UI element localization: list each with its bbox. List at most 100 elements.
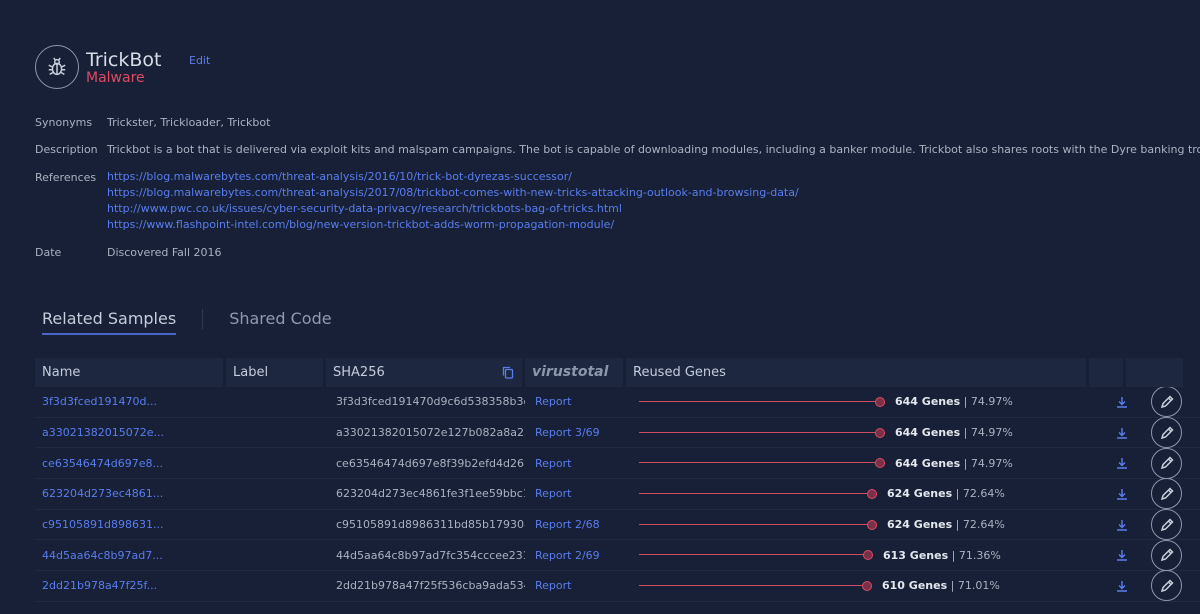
pencil-icon (1160, 456, 1174, 470)
genes-bar (639, 519, 879, 530)
family-avatar (35, 45, 79, 89)
references-label: References (35, 171, 97, 184)
download-button[interactable] (1098, 580, 1138, 592)
genes-bar-marker (867, 488, 877, 499)
reference-link[interactable]: https://blog.malwarebytes.com/threat-ana… (107, 169, 799, 185)
edit-link[interactable]: Edit (189, 54, 210, 67)
samples-table: Name Label SHA256 virustotal Reused Gene… (35, 358, 1200, 602)
family-type: Malware (86, 70, 145, 86)
sample-name-link[interactable]: 44d5aa64c8b97ad7... (35, 549, 226, 562)
genes-count: 613 Genes (883, 548, 949, 562)
table-row[interactable]: a33021382015072e... a33021382015072e127b… (35, 417, 1200, 449)
genes-percent: 71.36% (958, 548, 1001, 562)
edit-sample-button[interactable] (1138, 570, 1195, 602)
sample-name-link[interactable]: a33021382015072e... (35, 426, 226, 439)
download-button[interactable] (1098, 457, 1138, 469)
genes-percent: 72.64% (962, 487, 1005, 501)
genes-bar-line (639, 554, 867, 556)
table-row[interactable]: 44d5aa64c8b97ad7... 44d5aa64c8b97ad7fc35… (35, 539, 1200, 572)
edit-sample-button[interactable] (1138, 509, 1195, 541)
sample-name-link[interactable]: 2dd21b978a47f25f... (35, 579, 226, 592)
download-icon (1116, 458, 1127, 469)
download-button[interactable] (1098, 396, 1138, 408)
virustotal-report-link[interactable]: Report (528, 457, 632, 470)
genes-text: 644 Genes | 74.97% (895, 395, 1013, 409)
virustotal-report-link[interactable]: Report (528, 395, 632, 408)
genes-count: 644 Genes (895, 395, 961, 409)
sample-name-link[interactable]: ce63546474d697e8... (35, 457, 226, 470)
genes-count: 644 Genes (895, 456, 961, 470)
table-row[interactable]: 2dd21b978a47f25f... 2dd21b978a47f25f536c… (35, 570, 1200, 602)
column-header-sha[interactable]: SHA256 (326, 358, 522, 387)
edit-sample-button[interactable] (1138, 386, 1195, 418)
reference-link[interactable]: https://www.flashpoint-intel.com/blog/ne… (107, 217, 799, 233)
sample-sha256: ce63546474d697e8f39b2efd4d26b1 (336, 456, 525, 470)
genes-bar (639, 396, 887, 407)
synonyms-value: Trickster, Trickloader, Trickbot (107, 116, 271, 129)
column-header-label[interactable]: Label (226, 358, 323, 387)
download-button[interactable] (1098, 488, 1138, 500)
genes-bar-line (639, 462, 879, 464)
table-row[interactable]: 623204d273ec4861... 623204d273ec4861fe3f… (35, 478, 1200, 510)
edit-sample-button[interactable] (1138, 539, 1195, 571)
download-icon (1116, 396, 1127, 408)
genes-bar-marker (875, 427, 885, 438)
genes-percent: 74.97% (970, 395, 1013, 409)
virustotal-report-link[interactable]: Report 2/69 (528, 549, 632, 562)
virustotal-report-link[interactable]: Report 2/68 (528, 518, 632, 531)
download-icon (1116, 519, 1127, 531)
pencil-button[interactable] (1151, 539, 1182, 571)
genes-bar-line (639, 523, 871, 525)
family-title: TrickBot (86, 49, 162, 71)
table-row[interactable]: 3f3d3fced191470d... 3f3d3fced191470d9c6d… (35, 386, 1200, 418)
tab-related-samples[interactable]: Related Samples (42, 309, 177, 335)
genes-bar-marker (862, 580, 872, 591)
description-row: Description Trickbot is a bot that is de… (35, 143, 1200, 156)
genes-bar (639, 458, 887, 469)
tab-shared-code[interactable]: Shared Code (229, 309, 331, 333)
pencil-button[interactable] (1151, 509, 1182, 541)
reference-link[interactable]: https://blog.malwarebytes.com/threat-ana… (107, 185, 799, 201)
pencil-button[interactable] (1151, 570, 1182, 602)
edit-sample-button[interactable] (1138, 478, 1195, 510)
sample-name-link[interactable]: 3f3d3fced191470d... (35, 395, 226, 408)
column-header-actions (1126, 358, 1183, 387)
reused-genes: 644 Genes | 74.97% (632, 426, 1098, 439)
reused-genes: 624 Genes | 72.64% (632, 487, 1098, 500)
sample-sha256: 2dd21b978a47f25f536cba9ada534f (336, 579, 525, 593)
sample-name-link[interactable]: 623204d273ec4861... (35, 487, 226, 500)
table-header: Name Label SHA256 virustotal Reused Gene… (35, 358, 1200, 387)
copy-icon[interactable] (502, 366, 514, 379)
column-header-genes[interactable]: Reused Genes (626, 358, 1086, 387)
pencil-button[interactable] (1151, 417, 1182, 449)
genes-bar (639, 550, 875, 561)
date-value: Discovered Fall 2016 (107, 246, 222, 259)
genes-bar-line (639, 584, 866, 586)
column-header-name[interactable]: Name (35, 358, 223, 387)
table-row[interactable]: c95105891d898631... c95105891d8986311bd8… (35, 509, 1200, 541)
table-row[interactable]: ce63546474d697e8... ce63546474d697e8f39b… (35, 447, 1200, 480)
download-button[interactable] (1098, 427, 1138, 439)
tab-divider (202, 309, 204, 329)
virustotal-report-link[interactable]: Report 3/69 (528, 426, 632, 439)
pencil-icon (1160, 425, 1174, 439)
sample-sha256: 3f3d3fced191470d9c6d538358b3d4 (336, 395, 525, 409)
genes-count: 624 Genes (887, 487, 953, 501)
pencil-button[interactable] (1151, 478, 1182, 510)
download-button[interactable] (1098, 549, 1138, 561)
edit-sample-button[interactable] (1138, 417, 1195, 449)
download-button[interactable] (1098, 519, 1138, 531)
reference-link[interactable]: http://www.pwc.co.uk/issues/cyber-securi… (107, 201, 799, 217)
pencil-icon (1160, 579, 1174, 593)
genes-bar-marker (875, 458, 885, 469)
description-label: Description (35, 143, 98, 156)
edit-sample-button[interactable] (1138, 447, 1195, 479)
virustotal-report-link[interactable]: Report (528, 579, 632, 592)
sample-name-link[interactable]: c95105891d898631... (35, 518, 226, 531)
virustotal-report-link[interactable]: Report (528, 487, 632, 500)
pencil-button[interactable] (1151, 386, 1182, 418)
genes-percent: 74.97% (970, 456, 1013, 470)
genes-percent: 74.97% (970, 426, 1013, 440)
pencil-button[interactable] (1151, 447, 1182, 479)
references-list: https://blog.malwarebytes.com/threat-ana… (107, 169, 799, 233)
